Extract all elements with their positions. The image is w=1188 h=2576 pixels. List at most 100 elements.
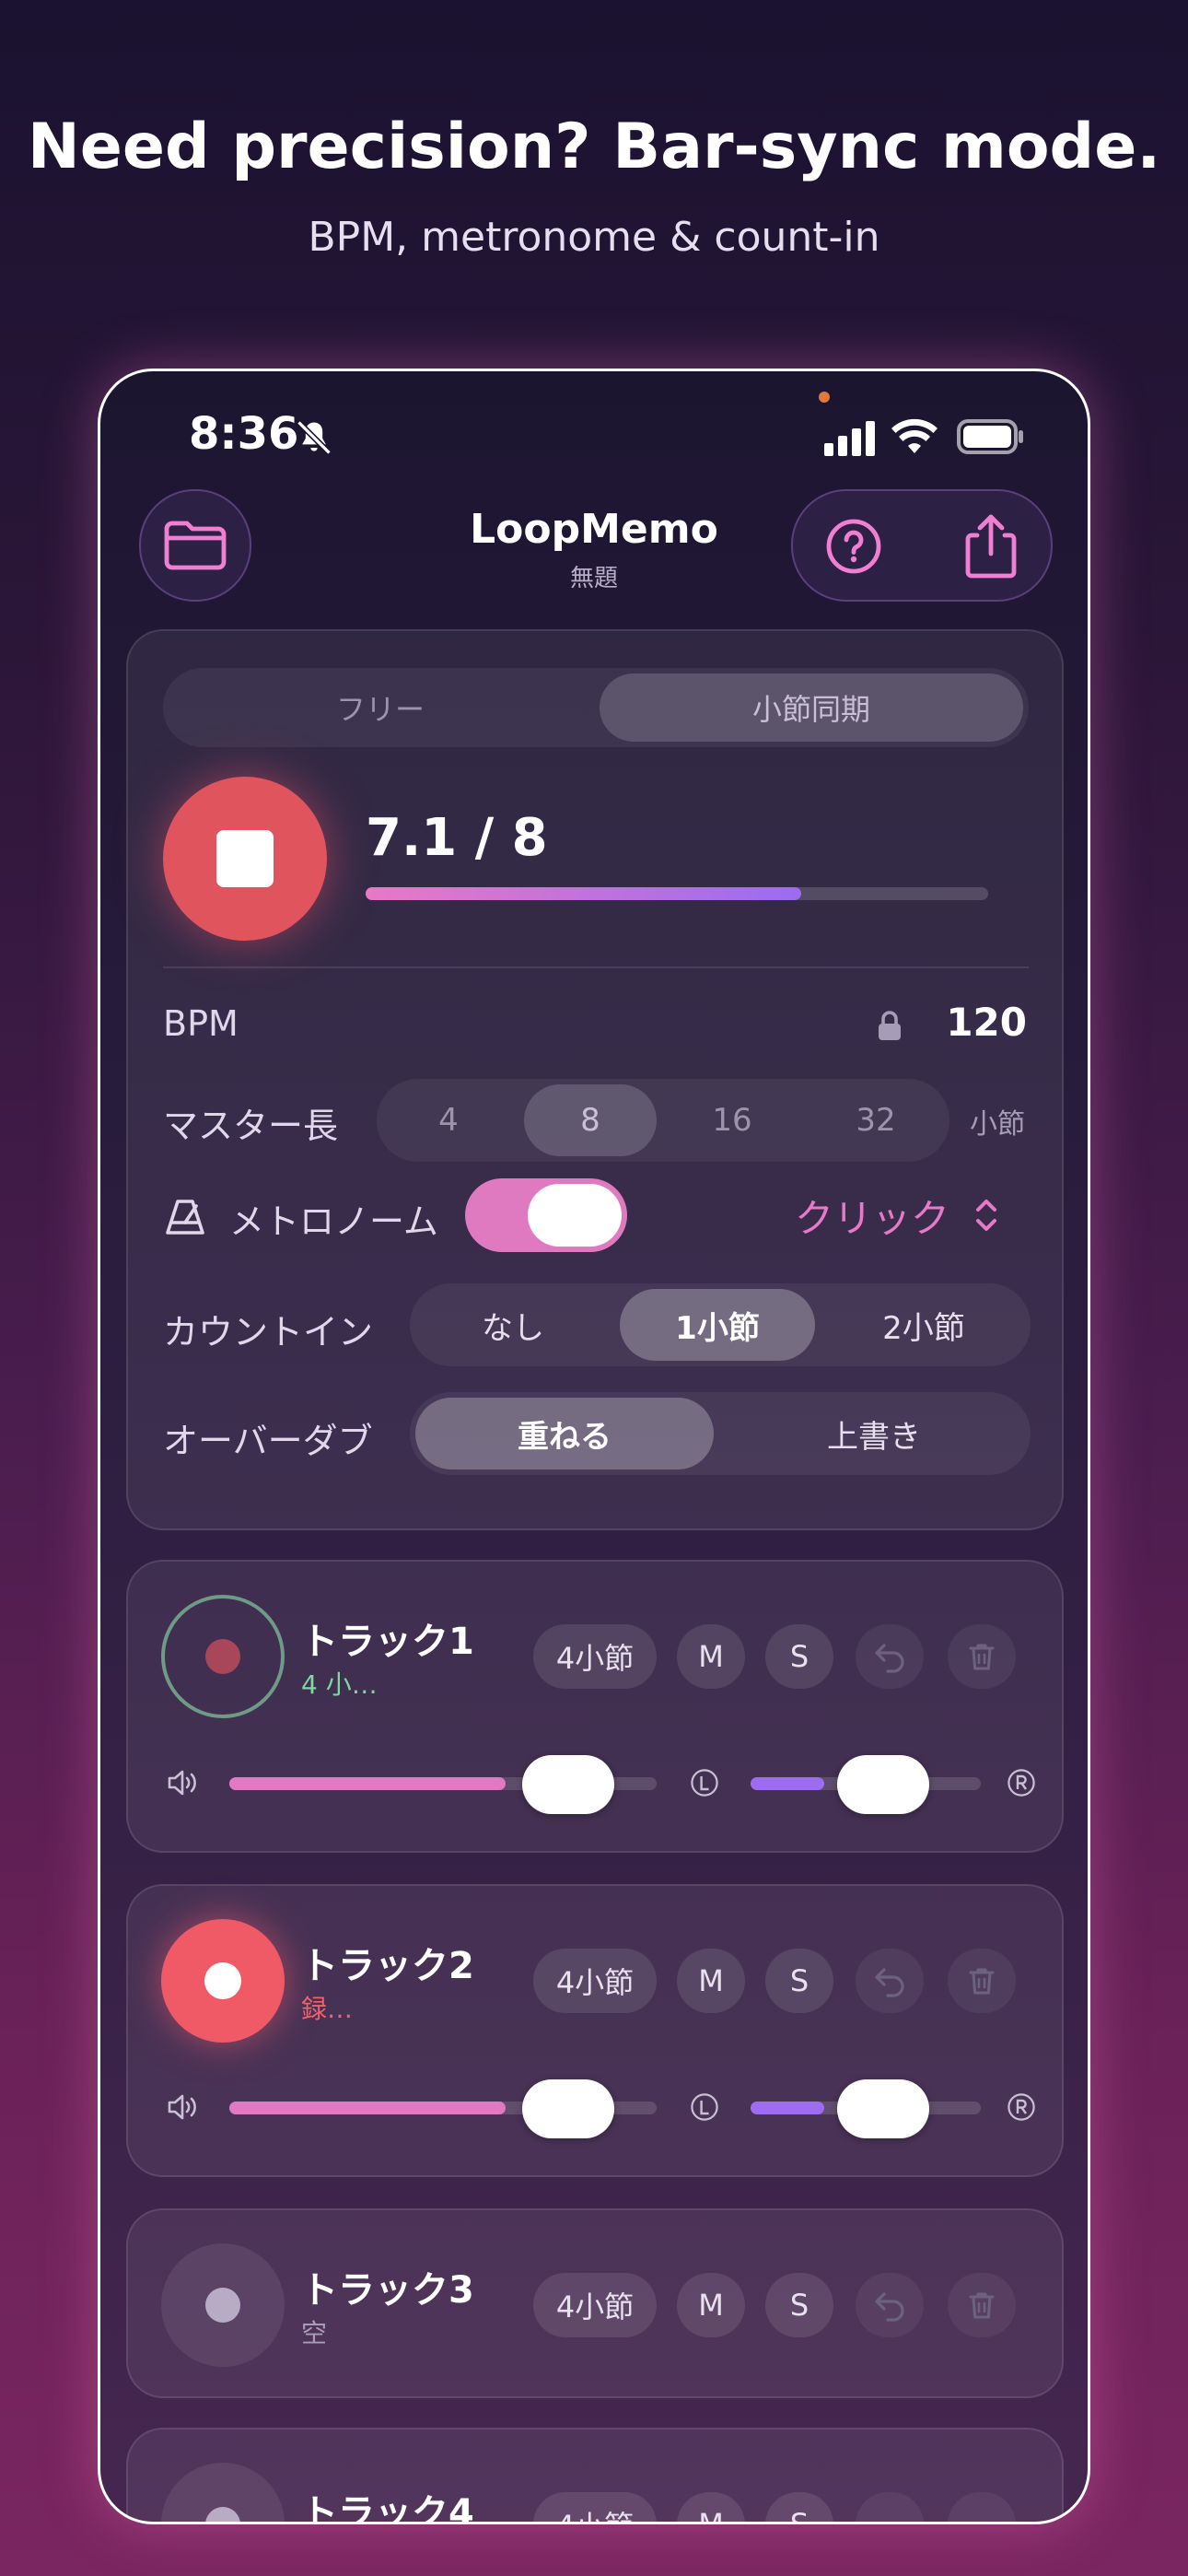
trash-icon — [969, 2292, 995, 2319]
bpm-value[interactable]: 120 — [938, 1000, 1027, 1045]
metronome-toggle[interactable] — [465, 1178, 627, 1252]
loop-progress-fill — [366, 887, 802, 900]
share-button[interactable] — [961, 511, 1021, 581]
track-2-mute-button[interactable]: M — [677, 1949, 745, 2013]
record-dot-icon — [205, 1639, 240, 1674]
count-in-segmented-control: なし 1小節 2小節 — [410, 1283, 1031, 1366]
track-card-2: トラック2 録… 4小節 M S — [126, 1884, 1064, 2177]
overdub-option-layer[interactable]: 重ねる — [415, 1398, 714, 1469]
undo-icon — [875, 1644, 904, 1673]
overdub-label: オーバーダブ — [163, 1421, 373, 1461]
battery-icon — [957, 419, 1023, 454]
mode-free-option[interactable]: フリー — [169, 673, 592, 742]
track-3-bars-button[interactable]: 4小節 — [533, 2273, 657, 2337]
metronome-sound-select[interactable]: クリック — [795, 1188, 949, 1244]
trash-icon — [969, 1968, 995, 1995]
pan-left-icon — [691, 1769, 718, 1797]
status-bar: 8:36 — [100, 392, 1088, 473]
track-2-mix-row — [128, 2079, 1062, 2138]
track-1-mix-row — [128, 1755, 1062, 1814]
trash-icon — [969, 1644, 995, 1670]
track-2-undo-button[interactable] — [856, 1949, 924, 2013]
track-1-volume-knob[interactable] — [522, 1755, 614, 1814]
track-2-name: トラック2 — [301, 1945, 474, 1987]
count-in-option-1bar[interactable]: 1小節 — [620, 1289, 815, 1361]
track-card-3: トラック3 空 4小節 M S — [126, 2208, 1064, 2398]
track-4-mute-button[interactable]: M — [677, 2492, 745, 2522]
lock-icon[interactable] — [876, 1009, 903, 1042]
wifi-icon — [891, 418, 938, 453]
stop-button[interactable] — [163, 777, 327, 941]
master-length-unit: 小節 — [970, 1108, 1025, 1141]
pan-right-icon — [1007, 2093, 1035, 2121]
track-2-delete-button[interactable] — [948, 1949, 1016, 2013]
track-3-status: 空 — [301, 2318, 328, 2348]
cellular-signal-icon — [824, 421, 875, 456]
chevron-up-down-icon[interactable] — [973, 1197, 999, 1234]
record-dot-icon — [204, 1962, 241, 1999]
track-1-record-button[interactable] — [161, 1595, 285, 1718]
track-1-name: トラック1 — [301, 1621, 474, 1663]
pan-fill — [751, 2102, 824, 2114]
track-1-delete-button[interactable] — [948, 1624, 1016, 1689]
track-1-undo-button[interactable] — [856, 1624, 924, 1689]
track-3-solo-button[interactable]: S — [765, 2273, 833, 2337]
stop-icon — [216, 830, 274, 887]
record-dot-icon — [205, 2288, 240, 2323]
status-time: 8:36 — [189, 408, 299, 460]
volume-fill — [229, 1777, 506, 1790]
privacy-indicator-dot — [819, 392, 830, 403]
pan-left-icon — [691, 2093, 718, 2121]
share-icon — [965, 514, 1017, 579]
pan-fill — [751, 1777, 824, 1790]
track-4-solo-button[interactable]: S — [765, 2492, 833, 2522]
phone-frame: 8:36 LoopMemo 無題 フリー 小節同期 7.1 / 8 BPM 12… — [98, 369, 1090, 2524]
track-4-name: トラック4 — [301, 2492, 474, 2524]
volume-fill — [229, 2102, 506, 2114]
master-length-segmented-control: 4 8 16 32 — [377, 1079, 949, 1162]
master-length-option-16[interactable]: 16 — [666, 1084, 798, 1156]
metronome-label: メトロノーム — [229, 1201, 438, 1242]
track-1-bars-button[interactable]: 4小節 — [533, 1624, 657, 1689]
record-dot-icon — [205, 2507, 240, 2522]
loop-progress-bar — [366, 887, 988, 900]
track-1-status: 4 小… — [301, 1669, 378, 1700]
track-2-solo-button[interactable]: S — [765, 1949, 833, 2013]
speaker-icon — [168, 1770, 196, 1796]
control-card: フリー 小節同期 7.1 / 8 BPM 120 マスター長 4 8 16 32… — [126, 629, 1064, 1530]
track-3-name: トラック3 — [301, 2269, 474, 2312]
track-1-pan-knob[interactable] — [837, 1755, 929, 1814]
track-4-bars-button[interactable]: 4小節 — [533, 2492, 657, 2522]
master-length-option-32[interactable]: 32 — [809, 1084, 942, 1156]
track-2-record-button[interactable] — [161, 1919, 285, 2043]
track-4-delete-button[interactable] — [948, 2492, 1016, 2522]
track-card-1: トラック1 4 小… 4小節 M S — [126, 1560, 1064, 1853]
track-3-record-button[interactable] — [161, 2243, 285, 2367]
master-length-label: マスター長 — [163, 1106, 339, 1146]
track-1-mute-button[interactable]: M — [677, 1624, 745, 1689]
track-2-volume-knob[interactable] — [522, 2079, 614, 2138]
count-in-option-none[interactable]: なし — [415, 1289, 611, 1361]
mode-bar-sync-option[interactable]: 小節同期 — [600, 673, 1023, 742]
track-2-pan-knob[interactable] — [837, 2079, 929, 2138]
bell-muted-icon — [297, 420, 332, 455]
track-4-undo-button[interactable] — [856, 2492, 924, 2522]
count-in-label: カウントイン — [163, 1312, 374, 1352]
track-card-4: トラック4 4小節 M S — [126, 2428, 1064, 2524]
track-3-mute-button[interactable]: M — [677, 2273, 745, 2337]
track-3-delete-button[interactable] — [948, 2273, 1016, 2337]
overdub-option-overwrite[interactable]: 上書き — [725, 1398, 1023, 1469]
track-3-undo-button[interactable] — [856, 2273, 924, 2337]
divider — [163, 966, 1029, 968]
track-4-record-button[interactable] — [161, 2463, 285, 2522]
toggle-knob — [528, 1184, 622, 1247]
loop-progress-text: 7.1 / 8 — [366, 808, 548, 868]
master-length-option-8[interactable]: 8 — [524, 1084, 657, 1156]
count-in-option-2bars[interactable]: 2小節 — [826, 1289, 1021, 1361]
help-button[interactable] — [824, 517, 883, 576]
track-2-bars-button[interactable]: 4小節 — [533, 1949, 657, 2013]
metronome-icon — [166, 1200, 204, 1235]
master-length-option-4[interactable]: 4 — [382, 1084, 515, 1156]
track-1-solo-button[interactable]: S — [765, 1624, 833, 1689]
undo-icon — [875, 2292, 904, 2322]
